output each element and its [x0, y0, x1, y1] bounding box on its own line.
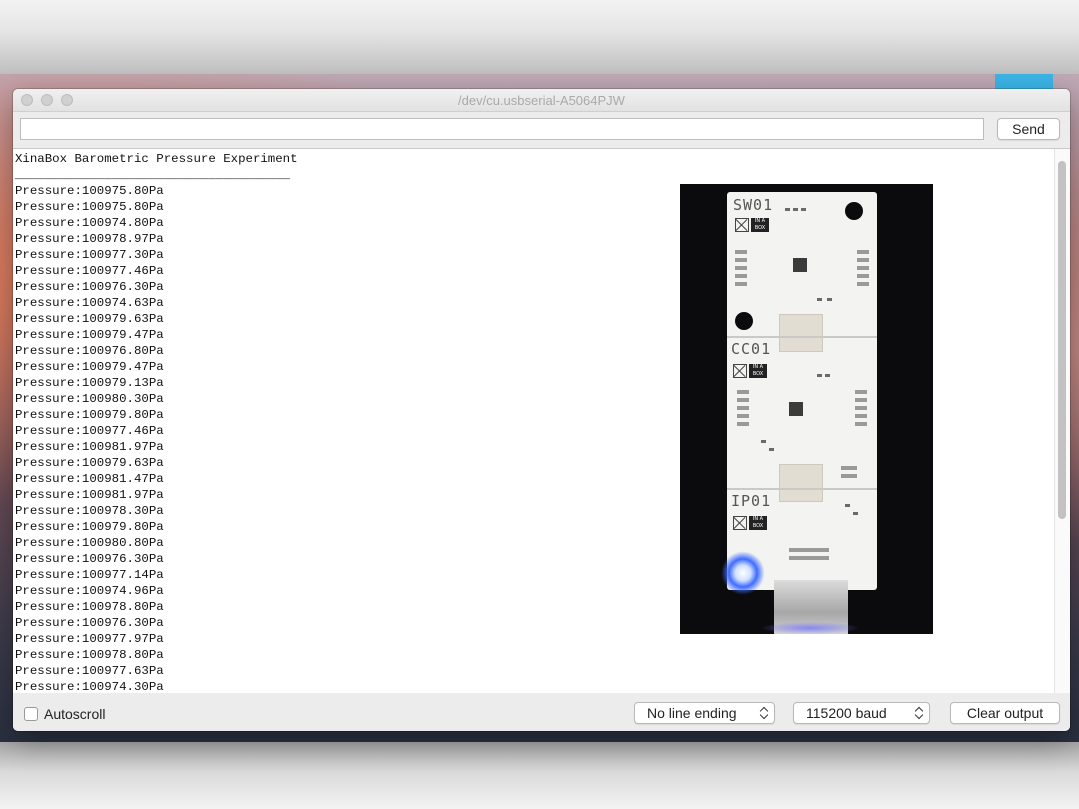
- in-a-box-badge: IN A BOX: [751, 218, 769, 232]
- smd-component: [845, 504, 850, 507]
- usb-light-glow: [760, 622, 860, 634]
- smd-component: [827, 298, 832, 301]
- serial-log: XinaBox Barometric Pressure Experiment __…: [15, 151, 298, 694]
- autoscroll-label: Autoscroll: [44, 706, 106, 722]
- log-line: Pressure:100976.30Pa: [15, 616, 164, 630]
- module-separator: [727, 488, 877, 490]
- xinabox-logo-icon: [733, 364, 747, 378]
- module-separator: [727, 336, 877, 338]
- autoscroll-checkbox[interactable]: [24, 707, 38, 721]
- log-line: Pressure:100976.30Pa: [15, 552, 164, 566]
- usb-pins: [789, 548, 829, 560]
- bus-connector: [779, 314, 823, 352]
- log-header: XinaBox Barometric Pressure Experiment: [15, 152, 298, 166]
- edge-pads-left: [735, 250, 747, 286]
- log-line: Pressure:100978.80Pa: [15, 600, 164, 614]
- log-line: Pressure:100979.13Pa: [15, 376, 164, 390]
- log-line: Pressure:100981.97Pa: [15, 488, 164, 502]
- log-line: Pressure:100974.63Pa: [15, 296, 164, 310]
- smd-component: [817, 374, 822, 377]
- smd-component: [817, 298, 822, 301]
- serial-monitor-window: /dev/cu.usbserial-A5064PJW Send XinaBox …: [13, 89, 1070, 731]
- log-line: Pressure:100979.80Pa: [15, 520, 164, 534]
- vertical-scrollbar[interactable]: [1054, 149, 1070, 694]
- log-line: Pressure:100978.80Pa: [15, 648, 164, 662]
- window-title: /dev/cu.usbserial-A5064PJW: [458, 93, 625, 108]
- log-line: Pressure:100979.47Pa: [15, 360, 164, 374]
- smd-component: [825, 374, 830, 377]
- smd-component: [853, 512, 858, 515]
- log-line: Pressure:100977.97Pa: [15, 632, 164, 646]
- line-ending-select[interactable]: No line ending: [634, 702, 775, 724]
- scroll-thumb[interactable]: [1058, 161, 1066, 519]
- log-line: Pressure:100976.30Pa: [15, 280, 164, 294]
- board-photo: SW01 IN A BOX CC01 IN A BOX IP01 IN A BO…: [680, 184, 933, 634]
- screen-vignette-bottom: [0, 742, 1079, 809]
- log-line: Pressure:100978.97Pa: [15, 232, 164, 246]
- in-a-box-badge: IN A BOX: [749, 516, 767, 530]
- baud-rate-select[interactable]: 115200 baud: [793, 702, 930, 724]
- log-line: Pressure:100974.96Pa: [15, 584, 164, 598]
- log-line: Pressure:100981.47Pa: [15, 472, 164, 486]
- select-updown-icon: [915, 706, 923, 720]
- desktop-accent-bar: [995, 74, 1053, 90]
- serial-output-area[interactable]: XinaBox Barometric Pressure Experiment __…: [13, 148, 1070, 695]
- mounting-hole: [845, 202, 863, 220]
- log-line: Pressure:100980.80Pa: [15, 536, 164, 550]
- screen-vignette-top: [0, 0, 1079, 76]
- log-line: Pressure:100980.30Pa: [15, 392, 164, 406]
- xinabox-logo-icon: [735, 218, 749, 232]
- log-line: Pressure:100975.80Pa: [15, 200, 164, 214]
- smd-component: [769, 448, 774, 451]
- bus-connector: [779, 464, 823, 502]
- log-line: Pressure:100977.63Pa: [15, 664, 164, 678]
- smd-component: [785, 208, 790, 211]
- log-line: Pressure:100974.80Pa: [15, 216, 164, 230]
- baud-rate-value: 115200 baud: [806, 705, 887, 721]
- log-line: Pressure:100979.63Pa: [15, 312, 164, 326]
- title-bar[interactable]: /dev/cu.usbserial-A5064PJW: [13, 89, 1070, 112]
- log-line: Pressure:100976.80Pa: [15, 344, 164, 358]
- log-line: Pressure:100977.14Pa: [15, 568, 164, 582]
- in-a-box-badge: IN A BOX: [749, 364, 767, 378]
- log-line: Pressure:100975.80Pa: [15, 184, 164, 198]
- rgb-led-chip: [789, 402, 803, 416]
- xinabox-logo-icon: [733, 516, 747, 530]
- module-label-ip01: IP01: [731, 492, 772, 510]
- send-row: Send: [13, 111, 1070, 148]
- edge-pads-left: [737, 390, 749, 426]
- edge-pads-right: [857, 250, 869, 286]
- blue-led-glow: [721, 551, 765, 595]
- log-separator: _____________________________________: [15, 168, 291, 182]
- smd-component: [793, 208, 798, 211]
- footer-bar: Autoscroll No line ending 115200 baud Cl…: [13, 693, 1070, 731]
- edge-pads-right: [841, 466, 857, 480]
- module-label-sw01: SW01: [733, 196, 774, 214]
- send-button[interactable]: Send: [997, 118, 1060, 140]
- select-updown-icon: [760, 706, 768, 720]
- log-line: Pressure:100979.80Pa: [15, 408, 164, 422]
- line-ending-value: No line ending: [647, 705, 737, 721]
- log-line: Pressure:100978.30Pa: [15, 504, 164, 518]
- edge-pads-right: [855, 390, 867, 426]
- log-line: Pressure:100979.63Pa: [15, 456, 164, 470]
- smd-component: [761, 440, 766, 443]
- log-line: Pressure:100981.97Pa: [15, 440, 164, 454]
- log-line: Pressure:100977.46Pa: [15, 264, 164, 278]
- mounting-hole: [735, 312, 753, 330]
- clear-output-button[interactable]: Clear output: [950, 702, 1060, 724]
- serial-send-input[interactable]: [20, 118, 984, 140]
- log-line: Pressure:100979.47Pa: [15, 328, 164, 342]
- smd-component: [801, 208, 806, 211]
- sensor-chip: [793, 258, 807, 272]
- module-label-cc01: CC01: [731, 340, 772, 358]
- log-line: Pressure:100977.30Pa: [15, 248, 164, 262]
- log-line: Pressure:100977.46Pa: [15, 424, 164, 438]
- xinabox-board: SW01 IN A BOX CC01 IN A BOX IP01 IN A BO…: [727, 192, 877, 590]
